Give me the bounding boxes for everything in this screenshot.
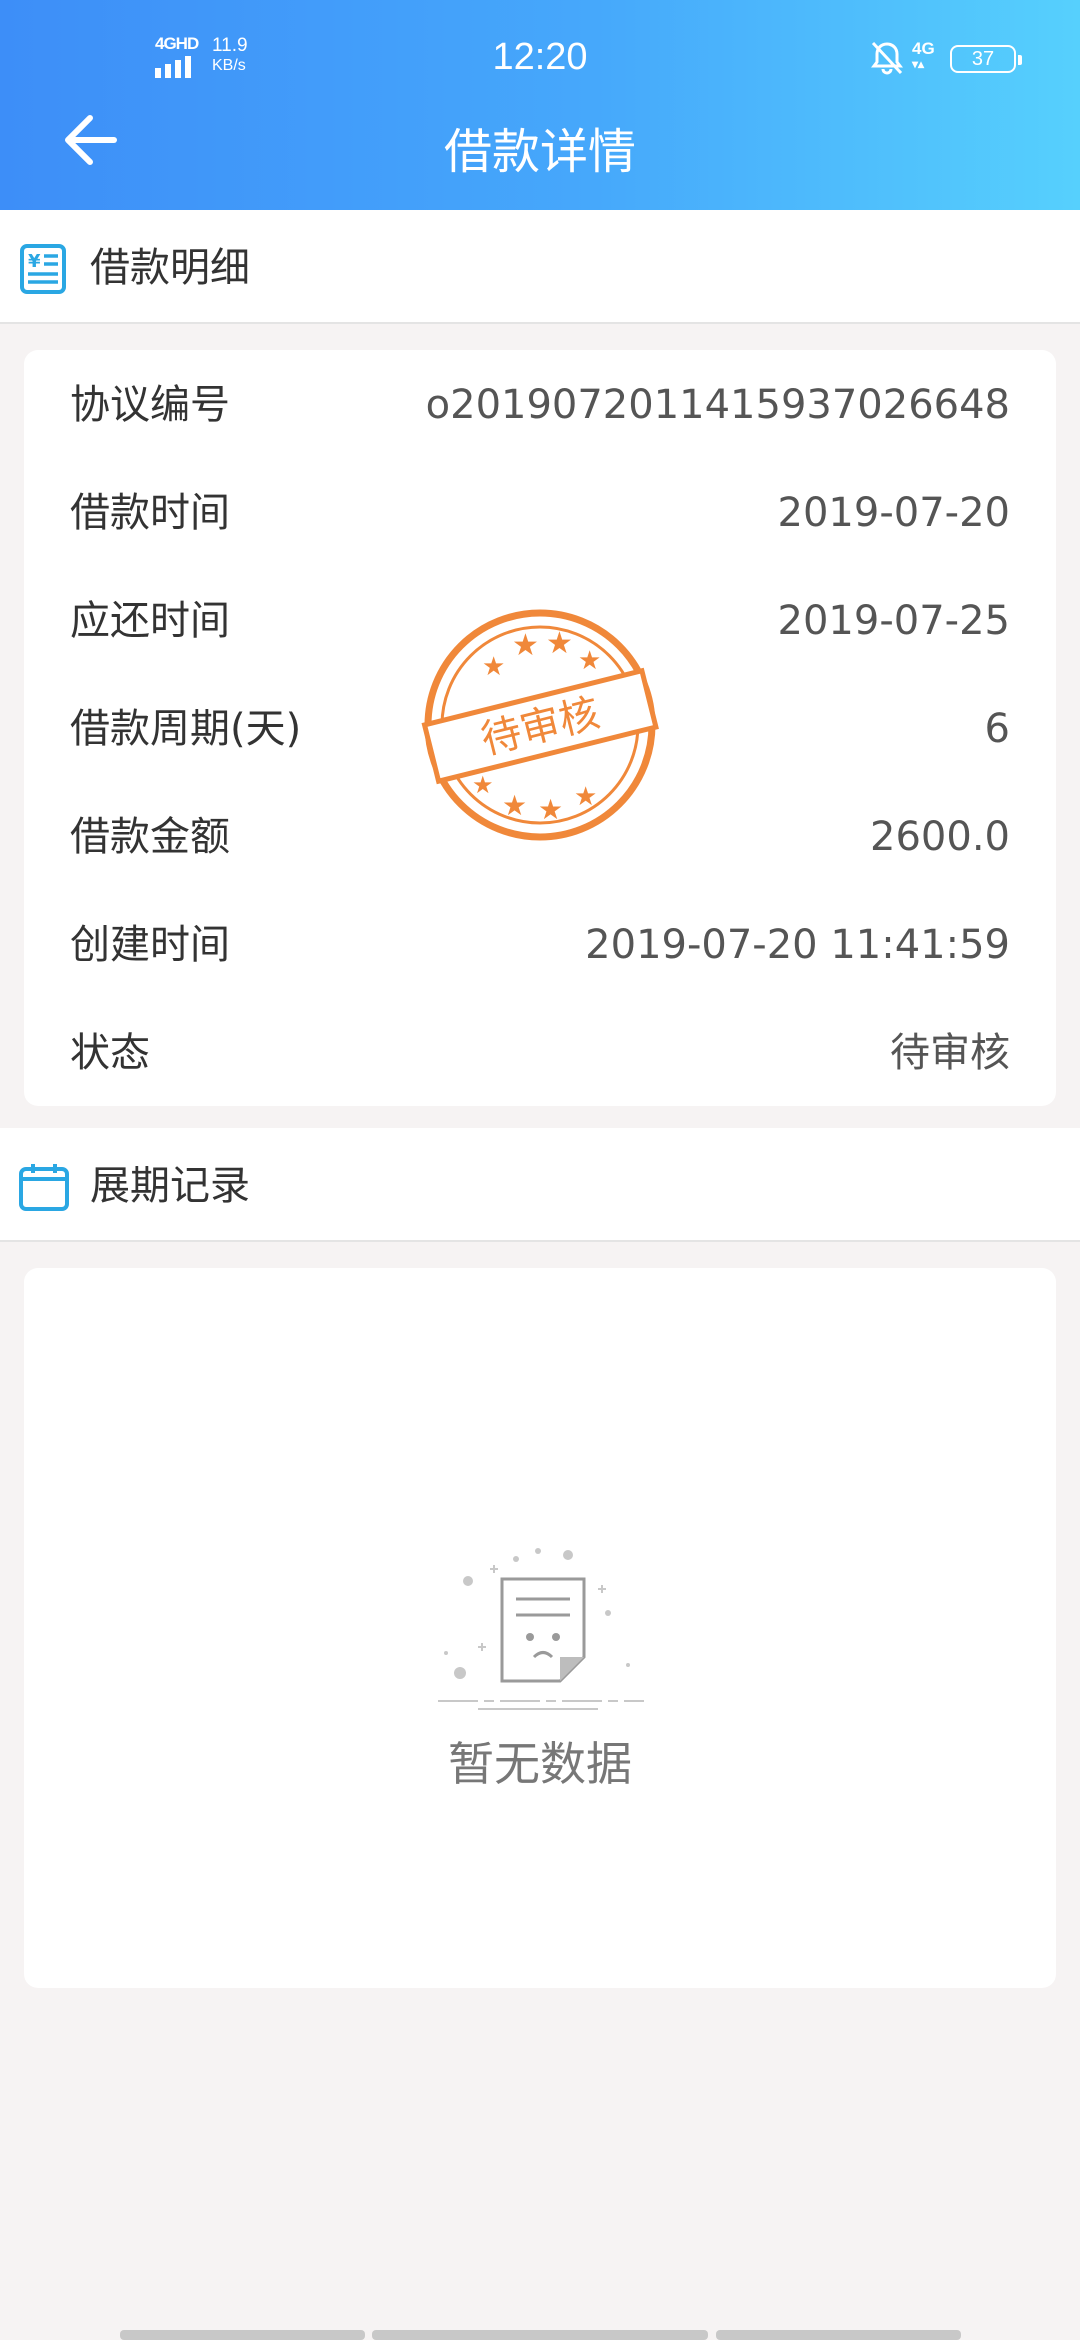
row-label: 创建时间 (70, 922, 230, 968)
calendar-icon (19, 1164, 69, 1211)
row-agreement-no: 协议编号 o20190720114159370266​48 (70, 375, 1010, 435)
row-label: 借款周期(天) (70, 706, 302, 752)
row-label: 借款时间 (70, 490, 230, 536)
svg-text:★: ★ (578, 646, 601, 676)
row-label: 借款金额 (70, 814, 230, 860)
svg-text:★: ★ (574, 782, 597, 812)
empty-document-icon (438, 1548, 644, 1710)
row-value: 2600.0 (870, 814, 1010, 860)
extension-section-header: 展期记录 (0, 1128, 1080, 1242)
svg-text:★: ★ (538, 793, 563, 826)
extension-section-title: 展期记录 (90, 1163, 250, 1209)
row-value: 6 (984, 706, 1010, 752)
battery-level: 37 (971, 48, 995, 70)
pending-review-stamp: ★ ★ ★ ★ ★ ★ ★ ★ 待审核 (421, 609, 659, 841)
row-value: 2019-07-20 11:41:59 (585, 922, 1010, 968)
loan-section-title: 借款明细 (90, 245, 250, 291)
yen-document-icon: ¥ (20, 244, 66, 294)
row-loan-date: 借款时间 2019-07-20 (70, 483, 1010, 543)
top-bar: 4GHD 11.9 KB/s 12:20 4G ▾▴ 37 借款详情 (0, 0, 1080, 210)
page-title: 借款详情 (443, 124, 636, 180)
row-label: 状态 (70, 1030, 150, 1076)
svg-text:★: ★ (482, 652, 505, 682)
loan-section-header: ¥ 借款明细 (0, 210, 1080, 324)
empty-state-text: 暂无数据 (448, 1737, 632, 1791)
svg-text:★: ★ (502, 789, 527, 822)
bottom-indicator (0, 2330, 1080, 2340)
row-status: 状态 待审核 (70, 1023, 1010, 1083)
row-created-time: 创建时间 2019-07-20 11:41:59 (70, 915, 1010, 975)
svg-text:★: ★ (546, 626, 573, 661)
battery-icon: 37 (950, 45, 1022, 73)
svg-text:★: ★ (512, 628, 539, 663)
row-value: 2019-07-25 (777, 598, 1010, 644)
status-bar: 4GHD 11.9 KB/s 12:20 4G ▾▴ 37 (0, 0, 1080, 120)
svg-text:¥: ¥ (28, 251, 41, 272)
row-label: 应还时间 (70, 598, 230, 644)
bell-muted-icon (871, 41, 903, 75)
row-label: 协议编号 (70, 382, 230, 428)
svg-text:★: ★ (472, 771, 494, 799)
row-value: o20190720114159370266​48 (425, 382, 1010, 428)
row-value: 2019-07-20 (777, 490, 1010, 536)
status-value: 待审核 (890, 1030, 1010, 1076)
network-type: 4G ▾▴ (912, 39, 935, 71)
